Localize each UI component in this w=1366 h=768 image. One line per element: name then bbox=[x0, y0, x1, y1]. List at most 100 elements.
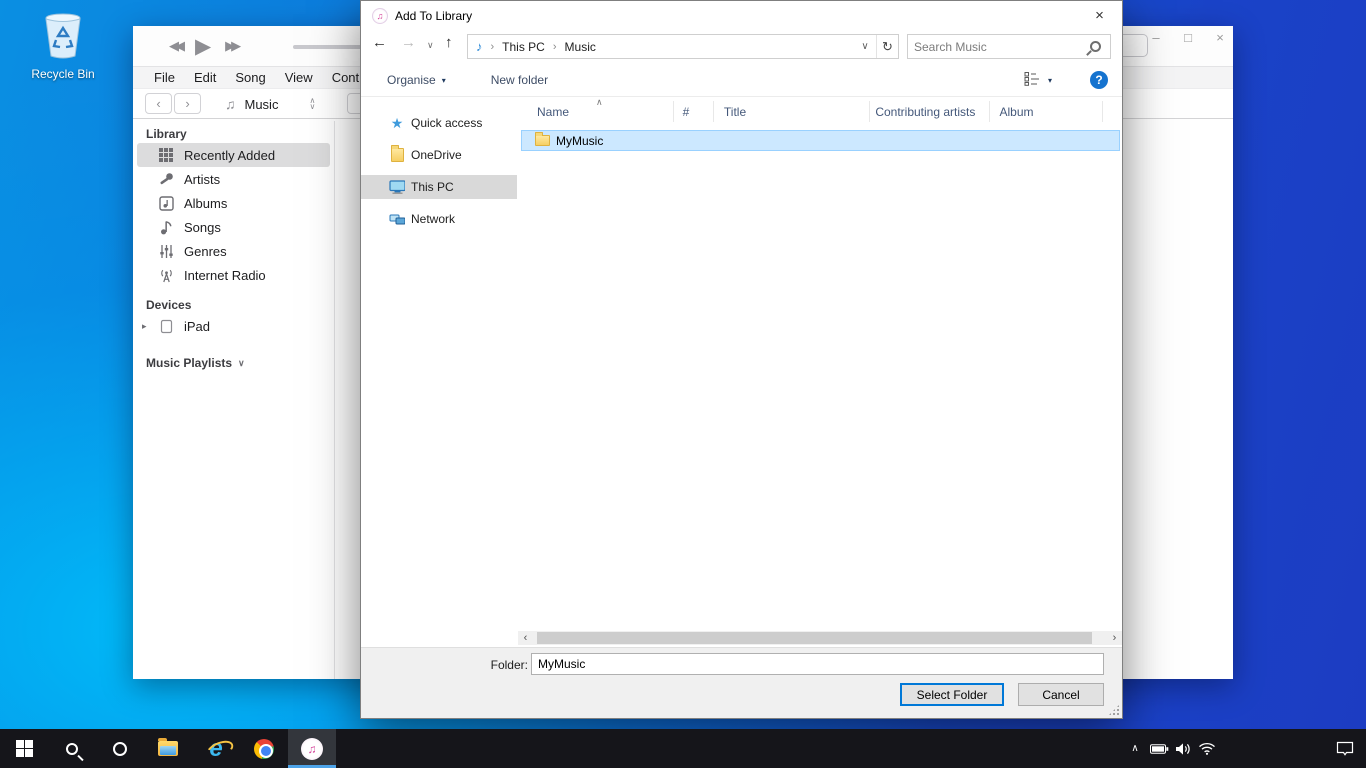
sidebar-item-recently-added[interactable]: Recently Added bbox=[137, 143, 330, 167]
view-dropdown-icon[interactable]: ▾ bbox=[1048, 76, 1052, 85]
minimize-icon[interactable]: – bbox=[1149, 30, 1163, 45]
album-icon bbox=[156, 196, 176, 211]
microphone-icon bbox=[156, 172, 176, 187]
previous-track-button[interactable]: ◀◀ bbox=[169, 38, 181, 54]
itunes-app-icon: ♫ bbox=[372, 8, 388, 24]
folder-icon bbox=[535, 135, 550, 146]
next-track-button[interactable]: ▶▶ bbox=[225, 38, 237, 54]
column-album[interactable]: Album bbox=[990, 101, 1103, 122]
internet-explorer-icon: e bbox=[209, 737, 222, 761]
address-bar[interactable]: ♪ › This PC › Music ∨ ↻ bbox=[467, 34, 899, 59]
nav-item-onedrive[interactable]: OneDrive bbox=[361, 143, 517, 167]
collapse-icon: ∨ bbox=[238, 354, 245, 372]
ipad-icon bbox=[156, 319, 176, 334]
sidebar-item-artists[interactable]: Artists bbox=[137, 167, 330, 191]
details-view-icon[interactable] bbox=[1024, 71, 1040, 89]
itunes-taskbar-button[interactable]: ♫ bbox=[288, 729, 336, 768]
volume-slider[interactable] bbox=[293, 45, 365, 49]
horizontal-scrollbar[interactable]: ‹ › bbox=[518, 631, 1122, 645]
back-button[interactable]: ← bbox=[372, 34, 387, 51]
help-button[interactable]: ? bbox=[1090, 71, 1108, 89]
volume-tray-icon[interactable] bbox=[1171, 729, 1195, 768]
nav-item-network[interactable]: Network bbox=[361, 207, 517, 231]
sort-ascending-icon: ∧ bbox=[596, 97, 603, 108]
dialog-body: ★ Quick access OneDrive This PC bbox=[361, 98, 1122, 647]
nav-item-quick-access[interactable]: ★ Quick access bbox=[361, 111, 517, 135]
column-contributing-artists[interactable]: Contributing artists bbox=[870, 101, 989, 122]
system-tray: ∧ bbox=[1116, 729, 1366, 768]
show-hidden-icons-button[interactable]: ∧ bbox=[1123, 729, 1147, 768]
dialog-title: Add To Library bbox=[395, 9, 472, 23]
refresh-icon[interactable]: ↻ bbox=[876, 35, 898, 58]
scrollbar-thumb[interactable] bbox=[537, 632, 1092, 644]
breadcrumb-this-pc[interactable]: This PC bbox=[502, 40, 545, 54]
internet-explorer-button[interactable]: e bbox=[192, 729, 240, 768]
menu-view[interactable]: View bbox=[285, 70, 313, 85]
file-explorer-button[interactable] bbox=[144, 729, 192, 768]
dialog-navigation-row: ← → ∨ ↑ ♪ › This PC › Music ∨ ↻ bbox=[361, 31, 1122, 64]
menu-song[interactable]: Song bbox=[235, 70, 265, 85]
play-button[interactable]: ▶ bbox=[195, 34, 211, 59]
sidebar-item-genres[interactable]: Genres bbox=[137, 239, 330, 263]
wifi-tray-icon[interactable] bbox=[1195, 729, 1219, 768]
taskbar-search-button[interactable] bbox=[48, 729, 96, 768]
itunes-forward-button[interactable]: › bbox=[174, 93, 201, 114]
add-to-library-dialog: ♫ Add To Library × ← → ∨ ↑ ♪ › This PC ›… bbox=[360, 0, 1123, 719]
menu-file[interactable]: File bbox=[154, 70, 175, 85]
start-button[interactable] bbox=[0, 729, 48, 768]
recycle-bin-label: Recycle Bin bbox=[22, 67, 104, 81]
column-name[interactable]: Name ∧ bbox=[518, 101, 674, 122]
file-explorer-icon bbox=[158, 741, 178, 756]
organise-button[interactable]: Organise ▾ bbox=[387, 73, 446, 87]
file-row-mymusic[interactable]: MyMusic bbox=[521, 130, 1120, 151]
chevron-up-icon: ∧ bbox=[1131, 743, 1138, 754]
chrome-button[interactable] bbox=[240, 729, 288, 768]
dialog-toolbar: Organise ▾ New folder ▾ ? bbox=[361, 64, 1122, 97]
desktop: Recycle Bin ◀◀ ▶ ▶▶ – □ × File Edit Song… bbox=[0, 0, 1366, 768]
folder-name-input[interactable] bbox=[531, 653, 1104, 675]
recent-locations-dropdown-icon[interactable]: ∨ bbox=[427, 40, 434, 51]
scroll-right-icon[interactable]: › bbox=[1107, 631, 1122, 645]
music-note-icon: ♫ bbox=[225, 96, 236, 112]
dialog-footer: Folder: Select Folder Cancel bbox=[361, 647, 1122, 718]
battery-tray-icon[interactable] bbox=[1147, 729, 1171, 768]
expand-icon[interactable]: ▸ bbox=[142, 321, 147, 332]
sidebar-item-ipad[interactable]: ▸ iPad bbox=[137, 314, 330, 338]
address-dropdown-icon[interactable]: ∨ bbox=[854, 41, 876, 52]
recycle-bin-shortcut[interactable]: Recycle Bin bbox=[22, 12, 104, 81]
action-center-button[interactable] bbox=[1333, 729, 1357, 768]
column-title[interactable]: Title bbox=[714, 101, 870, 122]
search-icon[interactable] bbox=[1090, 41, 1101, 52]
sidebar-item-internet-radio[interactable]: Internet Radio bbox=[137, 263, 330, 287]
network-icon bbox=[389, 213, 405, 226]
new-folder-button[interactable]: New folder bbox=[491, 73, 548, 87]
column-number[interactable]: # bbox=[674, 101, 714, 122]
cortana-icon bbox=[113, 742, 127, 756]
recycle-bin-icon bbox=[40, 12, 86, 60]
grid-icon bbox=[156, 148, 176, 162]
breadcrumb-music[interactable]: Music bbox=[565, 40, 596, 54]
quick-access-star-icon: ★ bbox=[389, 116, 405, 130]
search-box[interactable] bbox=[907, 34, 1111, 59]
maximize-icon[interactable]: □ bbox=[1181, 30, 1195, 45]
cortana-button[interactable] bbox=[96, 729, 144, 768]
sidebar-item-songs[interactable]: Songs bbox=[137, 215, 330, 239]
nav-item-this-pc[interactable]: This PC bbox=[361, 175, 517, 199]
itunes-back-button[interactable]: ‹ bbox=[145, 93, 172, 114]
forward-button[interactable]: → bbox=[401, 34, 416, 51]
taskbar: e ♫ ∧ bbox=[0, 729, 1366, 768]
cancel-button[interactable]: Cancel bbox=[1018, 683, 1104, 706]
music-playlists-header[interactable]: Music Playlists ∨ bbox=[133, 354, 334, 372]
up-button[interactable]: ↑ bbox=[445, 34, 453, 51]
close-icon[interactable]: × bbox=[1213, 30, 1227, 45]
select-folder-button[interactable]: Select Folder bbox=[900, 683, 1004, 706]
media-type-selector[interactable]: ♫ Music ∧∨ bbox=[225, 91, 315, 117]
selector-spinner-icon: ∧∨ bbox=[309, 98, 315, 110]
sidebar-item-albums[interactable]: Albums bbox=[137, 191, 330, 215]
computer-icon bbox=[389, 180, 405, 194]
resize-grip[interactable] bbox=[1109, 705, 1119, 715]
scroll-left-icon[interactable]: ‹ bbox=[518, 631, 533, 645]
dialog-close-button[interactable]: × bbox=[1077, 1, 1122, 30]
search-input[interactable] bbox=[908, 40, 1090, 54]
menu-edit[interactable]: Edit bbox=[194, 70, 216, 85]
